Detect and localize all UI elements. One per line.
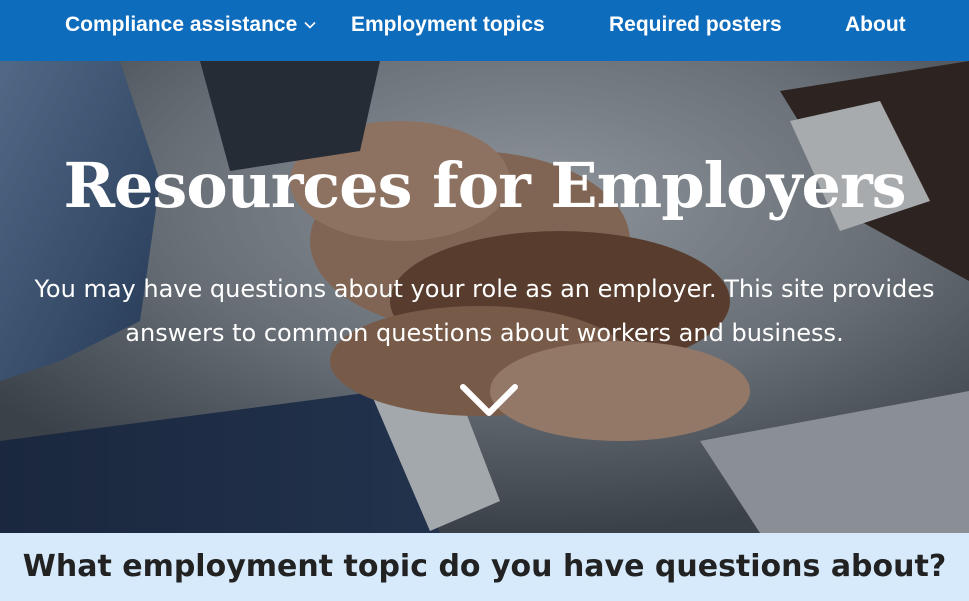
chevron-down-icon — [304, 21, 316, 29]
nav-compliance-assistance[interactable]: Compliance assistance — [65, 0, 316, 50]
hero-subtitle: You may have questions about your role a… — [20, 267, 949, 355]
topic-question-heading: What employment topic do you have questi… — [22, 549, 947, 584]
nav-employment-topics[interactable]: Employment topics — [351, 0, 545, 50]
topic-question-band: What employment topic do you have questi… — [0, 533, 969, 601]
nav-about[interactable]: About — [845, 0, 906, 50]
top-nav: Compliance assistance Employment topics … — [0, 0, 969, 61]
nav-required-posters[interactable]: Required posters — [609, 0, 782, 50]
hero-title: Resources for Employers — [63, 149, 906, 222]
hero-subtitle-line-1: You may have questions about your role a… — [34, 275, 935, 303]
hero-banner: Resources for Employers You may have que… — [0, 61, 969, 533]
chevron-down-icon[interactable] — [459, 381, 519, 421]
nav-compliance-label: Compliance assistance — [65, 13, 298, 36]
hero-subtitle-line-2: answers to common questions about worker… — [125, 319, 844, 347]
